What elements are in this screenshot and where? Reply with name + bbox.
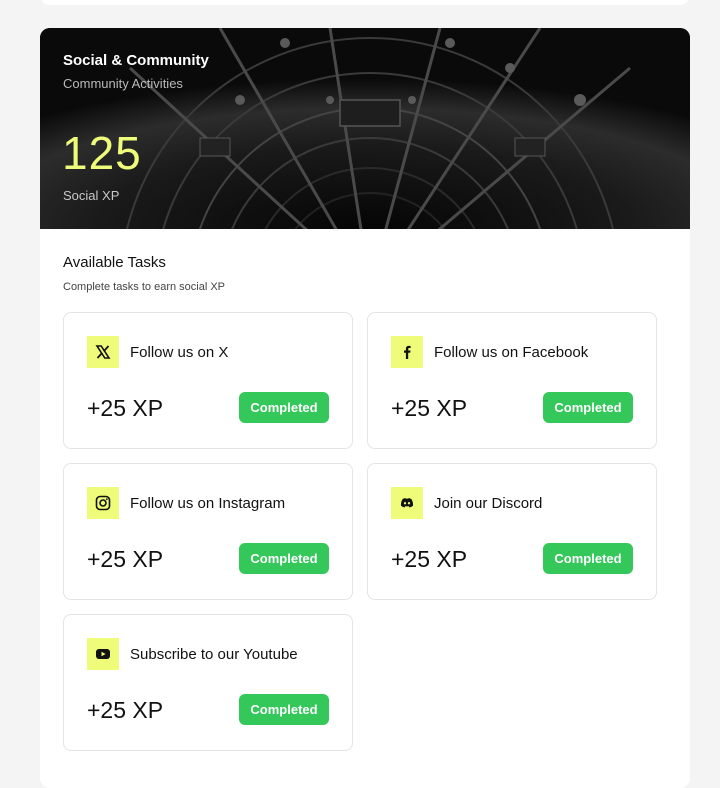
completed-badge: Completed bbox=[543, 543, 633, 574]
discord-icon bbox=[391, 487, 423, 519]
task-xp-reward: +25 XP bbox=[87, 697, 164, 723]
task-name: Follow us on Instagram bbox=[130, 495, 286, 512]
hero-banner: Social & Community Community Activities … bbox=[40, 28, 690, 229]
task-xp-reward: +25 XP bbox=[87, 395, 164, 421]
youtube-icon bbox=[87, 638, 119, 670]
task-card-follow-instagram[interactable]: Follow us on Instagram +25 XP Completed bbox=[63, 463, 353, 600]
social-community-card: Social & Community Community Activities … bbox=[40, 28, 690, 788]
task-name: Subscribe to our Youtube bbox=[130, 646, 298, 663]
completed-badge: Completed bbox=[543, 392, 633, 423]
previous-card bbox=[40, 0, 690, 5]
task-card-follow-facebook[interactable]: Follow us on Facebook +25 XP Completed bbox=[367, 312, 657, 449]
section-title: Available Tasks bbox=[63, 254, 166, 271]
task-xp-reward: +25 XP bbox=[391, 395, 468, 421]
task-name: Follow us on Facebook bbox=[434, 344, 589, 361]
completed-badge: Completed bbox=[239, 543, 329, 574]
hero-subtitle: Community Activities bbox=[63, 76, 183, 91]
section-subtitle: Complete tasks to earn social XP bbox=[63, 281, 226, 293]
task-name: Join our Discord bbox=[434, 495, 543, 512]
completed-badge: Completed bbox=[239, 694, 329, 725]
task-xp-reward: +25 XP bbox=[391, 546, 468, 572]
task-xp-reward: +25 XP bbox=[87, 546, 164, 572]
task-name: Follow us on X bbox=[130, 344, 229, 361]
social-xp-label: Social XP bbox=[63, 188, 120, 203]
task-card-subscribe-youtube[interactable]: Subscribe to our Youtube +25 XP Complete… bbox=[63, 614, 353, 751]
task-card-join-discord[interactable]: Join our Discord +25 XP Completed bbox=[367, 463, 657, 600]
x-logo-icon bbox=[87, 336, 119, 368]
completed-badge: Completed bbox=[239, 392, 329, 423]
hero-title: Social & Community bbox=[63, 52, 209, 69]
task-card-follow-x[interactable]: Follow us on X +25 XP Completed bbox=[63, 312, 353, 449]
social-xp-value: 125 bbox=[62, 127, 142, 179]
facebook-icon bbox=[391, 336, 423, 368]
instagram-icon bbox=[87, 487, 119, 519]
